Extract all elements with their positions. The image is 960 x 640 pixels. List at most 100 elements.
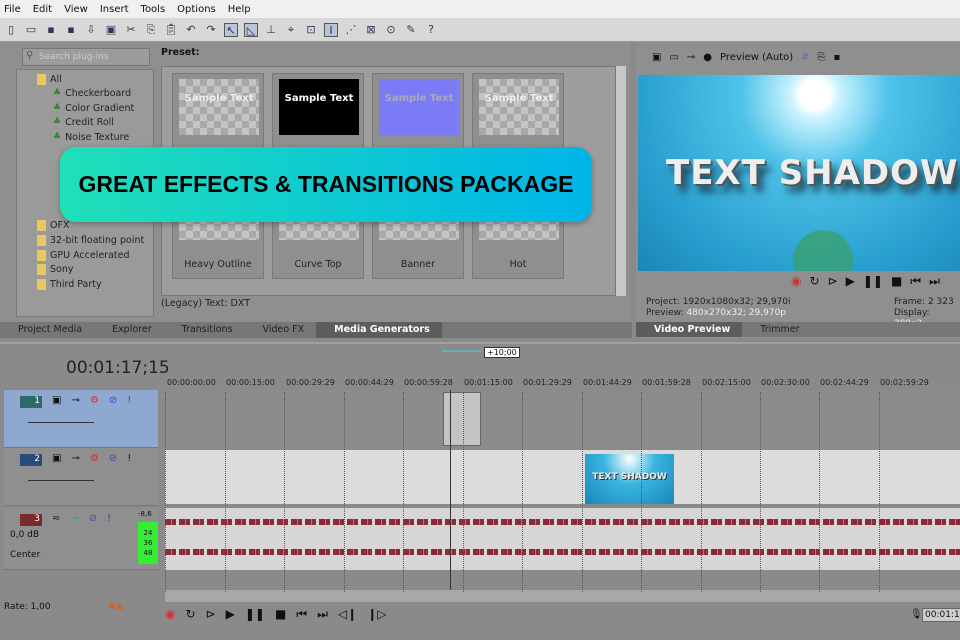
tab-video-fx[interactable]: Video FX — [245, 322, 317, 338]
tree-item-ofx[interactable]: OFX — [37, 218, 69, 232]
pause-icon[interactable]: ❚❚ — [863, 274, 883, 289]
grid-icon[interactable]: # — [801, 52, 809, 63]
microphone-icon[interactable]: 🎙︎ — [910, 609, 923, 620]
properties-icon[interactable]: ▣ — [104, 23, 118, 37]
text-shadow-clip[interactable]: TEXT SHADOW — [585, 454, 674, 504]
invert-phase-icon[interactable]: ≂ — [52, 513, 60, 524]
end-time-field[interactable]: 00:01:12 — [922, 608, 960, 622]
loop-icon[interactable]: ↻ — [809, 274, 819, 289]
level-slider[interactable] — [28, 422, 94, 423]
help-icon[interactable]: ? — [424, 23, 438, 37]
mute-icon[interactable]: ⊘ — [89, 513, 97, 524]
save-snapshot-icon[interactable]: ▪ — [834, 52, 841, 63]
tab-media-generators[interactable]: Media Generators — [316, 322, 442, 338]
record-icon[interactable]: ◉ — [791, 274, 801, 289]
motion-icon[interactable]: ⊸ — [71, 453, 79, 464]
next-frame-icon[interactable]: ❙▷ — [367, 607, 386, 622]
prev-marker-icon[interactable]: ⏮ — [910, 274, 921, 289]
menu-help[interactable]: Help — [228, 4, 251, 15]
paste-icon[interactable]: 📋︎ — [164, 23, 178, 37]
stop-icon[interactable]: ■ — [275, 607, 286, 622]
track-header-1[interactable]: 1 ▣ ⊸ ⚙ ⊘! — [4, 390, 158, 448]
mute-icon[interactable]: ⊘ — [109, 453, 117, 464]
tree-item-all[interactable]: All — [37, 72, 62, 86]
tree-item-sony[interactable]: Sony — [37, 262, 74, 276]
ignore-grouping-icon[interactable]: ⋰ — [344, 23, 358, 37]
rate-slider[interactable]: ◆▲ — [108, 600, 123, 611]
motion-icon[interactable]: ⊸ — [71, 395, 79, 406]
track-header-2[interactable]: 2 ▣ ⊸ ⚙ ⊘! — [4, 448, 158, 506]
preview-properties-icon[interactable]: ▣ — [652, 52, 661, 63]
mute-icon[interactable]: ⊘ — [109, 395, 117, 406]
lock-envelopes-icon[interactable]: ⊡ — [304, 23, 318, 37]
tree-item-third-party[interactable]: Third Party — [37, 277, 102, 291]
loop-region-bar[interactable] — [442, 350, 482, 352]
stop-icon[interactable]: ■ — [891, 274, 902, 289]
tree-item-32bit[interactable]: 32-bit floating point — [37, 233, 144, 247]
render-icon[interactable]: ⇩ — [84, 23, 98, 37]
record-icon[interactable]: ◉ — [165, 607, 175, 622]
menu-edit[interactable]: Edit — [33, 4, 52, 15]
overlays-icon[interactable]: ● — [703, 52, 712, 63]
preset-scrollbar[interactable] — [616, 66, 626, 296]
menu-insert[interactable]: Insert — [100, 4, 129, 15]
composite-mode-icon[interactable]: ▣ — [52, 453, 61, 464]
monitor-icon[interactable]: ▭ — [669, 52, 678, 63]
solo-icon[interactable]: ! — [107, 513, 111, 524]
playhead-cursor[interactable] — [450, 390, 451, 590]
tree-item-noise-texture[interactable]: ♣ Noise Texture — [53, 130, 129, 144]
new-icon[interactable]: ▯ — [4, 23, 18, 37]
save-as-icon[interactable]: ▪ — [64, 23, 78, 37]
track-fx-icon[interactable]: ⚙ — [90, 395, 99, 406]
snapping-icon[interactable]: ⊥ — [264, 23, 278, 37]
redo-icon[interactable]: ↷ — [204, 23, 218, 37]
play-icon[interactable]: ▶ — [226, 607, 235, 622]
undo-icon[interactable]: ↶ — [184, 23, 198, 37]
track-header-3[interactable]: 3 ≂ ⊸ ⊘! 0,0 dB Center -8,6 24 36 48 — [4, 508, 158, 570]
preview-quality-dropdown[interactable]: Preview (Auto) — [720, 52, 793, 63]
solo-icon[interactable]: ! — [127, 453, 131, 464]
prev-marker-icon[interactable]: ⏮ — [296, 607, 307, 622]
tree-item-credit-roll[interactable]: ♣ Credit Roll — [53, 115, 114, 129]
tab-trimmer[interactable]: Trimmer — [742, 322, 811, 337]
open-icon[interactable]: ▭ — [24, 23, 38, 37]
normal-edit-tool-icon[interactable]: ↖ — [224, 22, 238, 37]
copy-icon[interactable]: ⎘ — [144, 23, 158, 37]
tree-item-checkerboard[interactable]: ♣ Checkerboard — [53, 86, 131, 100]
play-from-start-icon[interactable]: ⊳ — [828, 274, 838, 289]
copy-snapshot-icon[interactable]: ⎘ — [818, 52, 826, 63]
play-icon[interactable]: ▶ — [846, 274, 855, 289]
selection-tool-icon[interactable]: I — [324, 22, 338, 37]
next-marker-icon[interactable]: ⏭ — [929, 274, 940, 289]
next-marker-icon[interactable]: ⏭ — [317, 607, 328, 622]
menu-tools[interactable]: Tools — [141, 4, 166, 15]
tree-item-color-gradient[interactable]: ♣ Color Gradient — [53, 101, 134, 115]
tab-video-preview[interactable]: Video Preview — [636, 322, 743, 337]
tab-explorer[interactable]: Explorer — [94, 322, 164, 338]
pan-icon[interactable]: ⊸ — [70, 513, 78, 524]
composite-mode-icon[interactable]: ▣ — [52, 395, 61, 406]
play-from-start-icon[interactable]: ⊳ — [206, 607, 216, 622]
generated-media-clip[interactable] — [443, 392, 481, 446]
render-brush-icon[interactable]: ✎ — [404, 23, 418, 37]
pause-icon[interactable]: ❚❚ — [245, 607, 265, 622]
envelope-tool-icon[interactable]: ◺ — [244, 22, 258, 37]
prev-frame-icon[interactable]: ◁❙ — [338, 607, 357, 622]
loop-icon[interactable]: ↻ — [185, 607, 195, 622]
split-icon[interactable]: ⊙ — [384, 23, 398, 37]
menu-options[interactable]: Options — [177, 4, 216, 15]
tab-project-media[interactable]: Project Media — [0, 322, 94, 338]
tree-item-gpu[interactable]: GPU Accelerated — [37, 248, 130, 262]
menu-file[interactable]: File — [4, 4, 21, 15]
search-input[interactable]: Search plug-ins — [22, 48, 150, 66]
tab-transitions[interactable]: Transitions — [164, 322, 245, 338]
save-icon[interactable]: ▪ — [44, 23, 58, 37]
level-slider[interactable] — [28, 480, 94, 481]
menu-view[interactable]: View — [64, 4, 88, 15]
cut-icon[interactable]: ✂ — [124, 23, 138, 37]
auto-ripple-icon[interactable]: ⌖ — [284, 23, 298, 37]
track-fx-icon[interactable]: ⚙ — [90, 453, 99, 464]
solo-icon[interactable]: ! — [127, 395, 131, 406]
split-screen-icon[interactable]: ⊸ — [687, 52, 695, 63]
zoom-tool-icon[interactable]: ⊠ — [364, 23, 378, 37]
